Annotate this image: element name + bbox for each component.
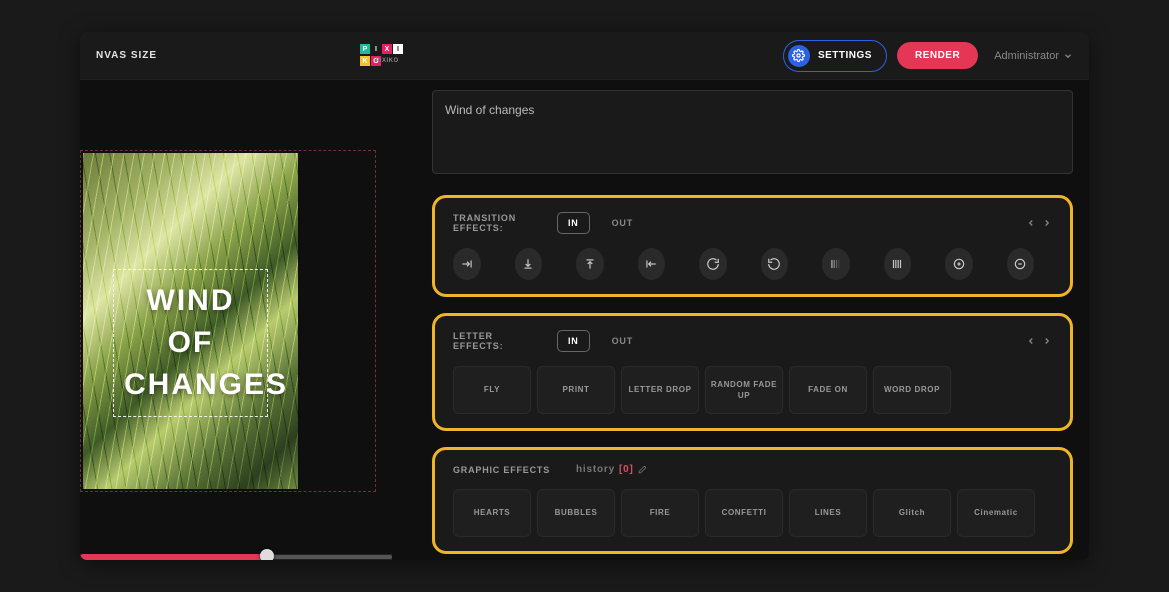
letter-effect-fade-on[interactable]: FADE ON [789, 366, 867, 414]
header-bar: NVAS SIZE PIXI KOPIXIKO [80, 32, 1089, 80]
text-input[interactable] [432, 90, 1073, 174]
zoom-out-icon[interactable] [1007, 248, 1035, 280]
effects-column: TRANSITION EFFECTS: IN OUT [392, 80, 1089, 560]
rotate-cw-icon[interactable] [699, 248, 727, 280]
graphic-effects-label: GRAPHIC EFFECTS [453, 465, 550, 475]
graphic-effect-lines[interactable]: LINES [789, 489, 867, 537]
timeline-remaining [267, 555, 392, 559]
letter-out-toggle[interactable]: OUT [612, 336, 633, 346]
letter-effect-print[interactable]: PRINT [537, 366, 615, 414]
render-button[interactable]: RENDER [897, 42, 978, 69]
letter-prev[interactable] [1026, 336, 1036, 346]
rotate-ccw-icon[interactable] [761, 248, 789, 280]
graphic-effects-panel: GRAPHIC EFFECTS history [0] HEARTS BUBBL… [432, 447, 1073, 554]
letter-effects-panel: LETTER EFFECTS: IN OUT [432, 313, 1073, 431]
blur-icon[interactable] [822, 248, 850, 280]
zoom-in-icon[interactable] [945, 248, 973, 280]
text-overlay-selection[interactable]: WIND OF CHANGES [113, 269, 268, 417]
graphic-effect-glitch[interactable]: Glitch [873, 489, 951, 537]
letter-effect-random-fade-up[interactable]: RANDOM FADE UP [705, 366, 783, 414]
letter-effect-letter-drop[interactable]: LETTER DROP [621, 366, 699, 414]
lines-icon[interactable] [884, 248, 912, 280]
letter-next[interactable] [1042, 336, 1052, 346]
graphic-effect-hearts[interactable]: HEARTS [453, 489, 531, 537]
settings-label: SETTINGS [818, 50, 872, 61]
transition-next[interactable] [1042, 218, 1052, 228]
transition-in-toggle[interactable]: IN [557, 212, 590, 234]
timeline-handle[interactable] [260, 549, 274, 560]
letter-in-toggle[interactable]: IN [557, 330, 590, 352]
graphic-effect-confetti[interactable]: CONFETTI [705, 489, 783, 537]
slide-right-icon[interactable] [453, 248, 481, 280]
letter-effects-label: LETTER EFFECTS: [453, 331, 531, 351]
pencil-icon [638, 465, 647, 474]
timeline-track[interactable] [80, 554, 392, 560]
logo[interactable]: PIXI KOPIXIKO [360, 44, 403, 66]
gear-icon [788, 45, 810, 67]
transition-prev[interactable] [1026, 218, 1036, 228]
canvas-frame: WIND OF CHANGES [80, 150, 376, 492]
transition-effects-panel: TRANSITION EFFECTS: IN OUT [432, 195, 1073, 297]
overlay-text: WIND OF CHANGES [124, 280, 257, 406]
graphic-effect-bubbles[interactable]: BUBBLES [537, 489, 615, 537]
chevron-down-icon [1063, 51, 1073, 61]
timeline-progress [80, 554, 267, 560]
user-name: Administrator [994, 50, 1059, 62]
slide-left-icon[interactable] [638, 248, 666, 280]
app-window: NVAS SIZE PIXI KOPIXIKO [80, 32, 1089, 560]
transition-effects-label: TRANSITION EFFECTS: [453, 213, 531, 233]
slide-down-icon[interactable] [515, 248, 543, 280]
canvas-preview[interactable]: WIND OF CHANGES [83, 153, 298, 489]
preview-column: WIND OF CHANGES [80, 80, 392, 560]
history-link[interactable]: history [0] [576, 464, 647, 475]
canvas-size-label[interactable]: NVAS SIZE [96, 50, 157, 61]
transition-out-toggle[interactable]: OUT [612, 218, 633, 228]
user-menu[interactable]: Administrator [994, 50, 1073, 62]
graphic-effect-cinematic[interactable]: Cinematic [957, 489, 1035, 537]
settings-button[interactable]: SETTINGS [783, 40, 887, 72]
slide-up-icon[interactable] [576, 248, 604, 280]
letter-effect-word-drop[interactable]: WORD DROP [873, 366, 951, 414]
letter-effect-fly[interactable]: FLY [453, 366, 531, 414]
graphic-effect-fire[interactable]: FIRE [621, 489, 699, 537]
